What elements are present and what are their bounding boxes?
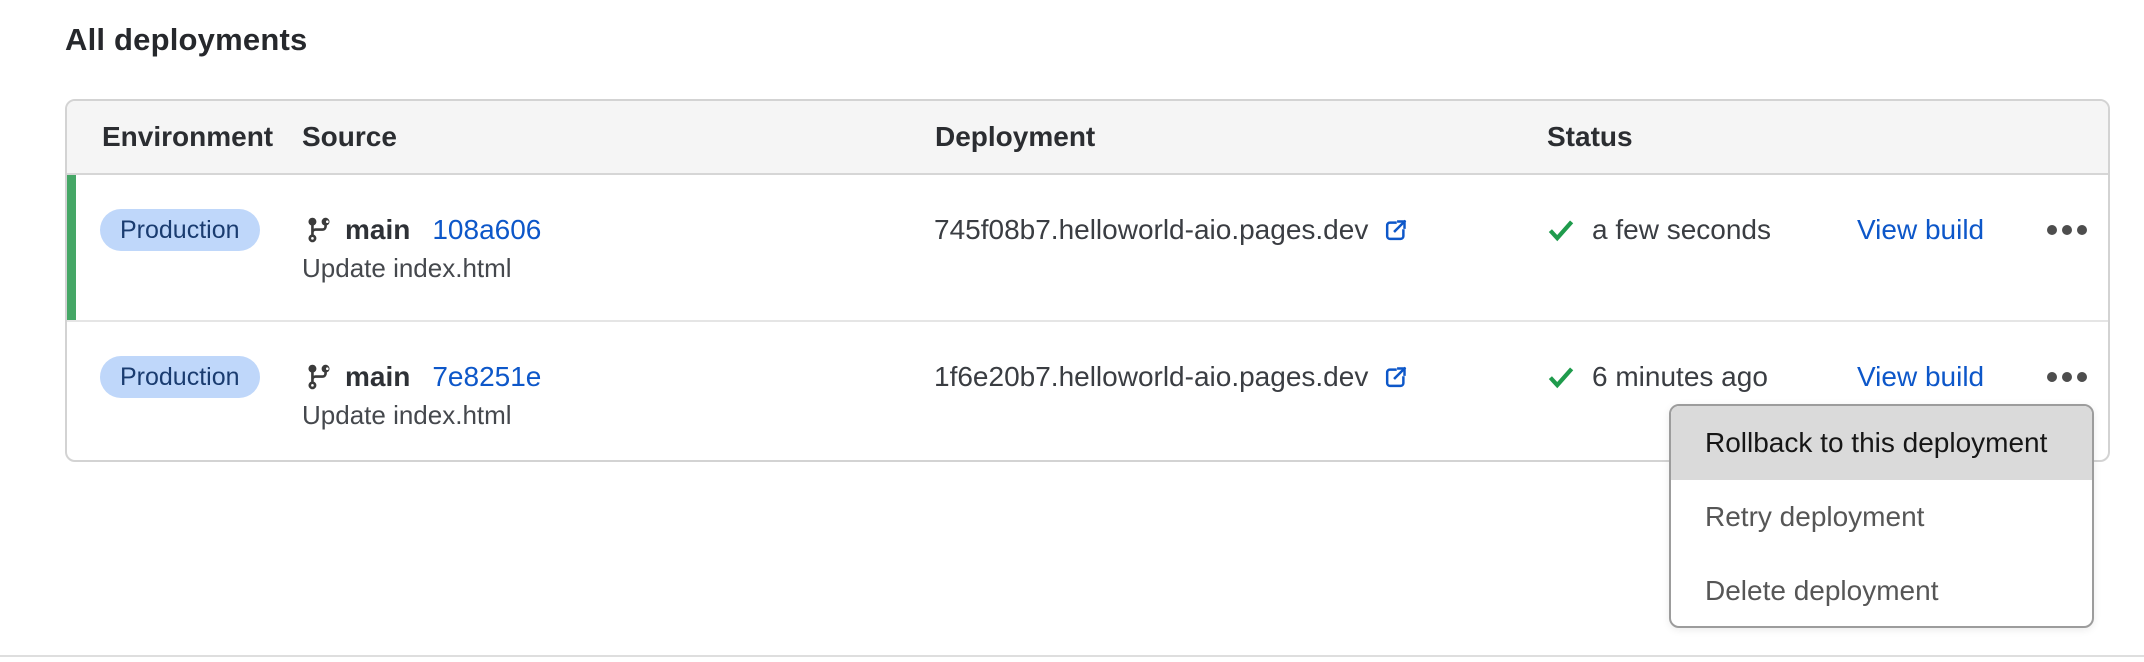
active-deployment-bar <box>67 175 76 320</box>
view-build-link[interactable]: View build <box>1857 214 1984 246</box>
commit-link[interactable]: 108a606 <box>432 214 541 246</box>
deployment-url: 745f08b7.helloworld-aio.pages.dev <box>934 214 1368 246</box>
dot <box>2077 225 2087 235</box>
success-check-icon <box>1546 215 1576 245</box>
deployment-url: 1f6e20b7.helloworld-aio.pages.dev <box>934 361 1368 393</box>
status-time: 6 minutes ago <box>1592 361 1768 393</box>
commit-link[interactable]: 7e8251e <box>432 361 541 393</box>
git-branch-icon <box>305 363 333 391</box>
commit-message: Update index.html <box>302 400 512 431</box>
column-header-status: Status <box>1547 101 1633 173</box>
git-branch-icon <box>305 216 333 244</box>
row-actions-ellipsis-icon[interactable] <box>2047 366 2087 388</box>
column-header-deployment: Deployment <box>935 101 1095 173</box>
dot <box>2077 372 2087 382</box>
row-actions-ellipsis-icon[interactable] <box>2047 219 2087 241</box>
success-check-icon <box>1546 362 1576 392</box>
row-actions-menu: Rollback to this deployment Retry deploy… <box>1669 404 2094 628</box>
dot <box>2047 225 2057 235</box>
environment-badge: Production <box>100 356 260 398</box>
dot <box>2062 372 2072 382</box>
environment-badge: Production <box>100 209 260 251</box>
dot <box>2062 225 2072 235</box>
external-link-icon[interactable] <box>1382 364 1409 391</box>
branch-name: main <box>345 361 410 393</box>
branch-name: main <box>345 214 410 246</box>
status-time: a few seconds <box>1592 214 1771 246</box>
column-header-environment: Environment <box>102 101 273 173</box>
dot <box>2047 372 2057 382</box>
commit-message: Update index.html <box>302 253 512 284</box>
menu-item-retry[interactable]: Retry deployment <box>1671 480 2092 554</box>
table-header-row: Environment Source Deployment Status <box>67 101 2108 175</box>
page-bottom-divider <box>0 655 2144 657</box>
menu-item-rollback[interactable]: Rollback to this deployment <box>1671 406 2092 480</box>
page-title: All deployments <box>65 22 307 58</box>
table-row: Production main 108a606 Update index.htm… <box>67 175 2108 320</box>
column-header-source: Source <box>302 101 397 173</box>
view-build-link[interactable]: View build <box>1857 361 1984 393</box>
menu-item-delete[interactable]: Delete deployment <box>1671 554 2092 628</box>
external-link-icon[interactable] <box>1382 217 1409 244</box>
